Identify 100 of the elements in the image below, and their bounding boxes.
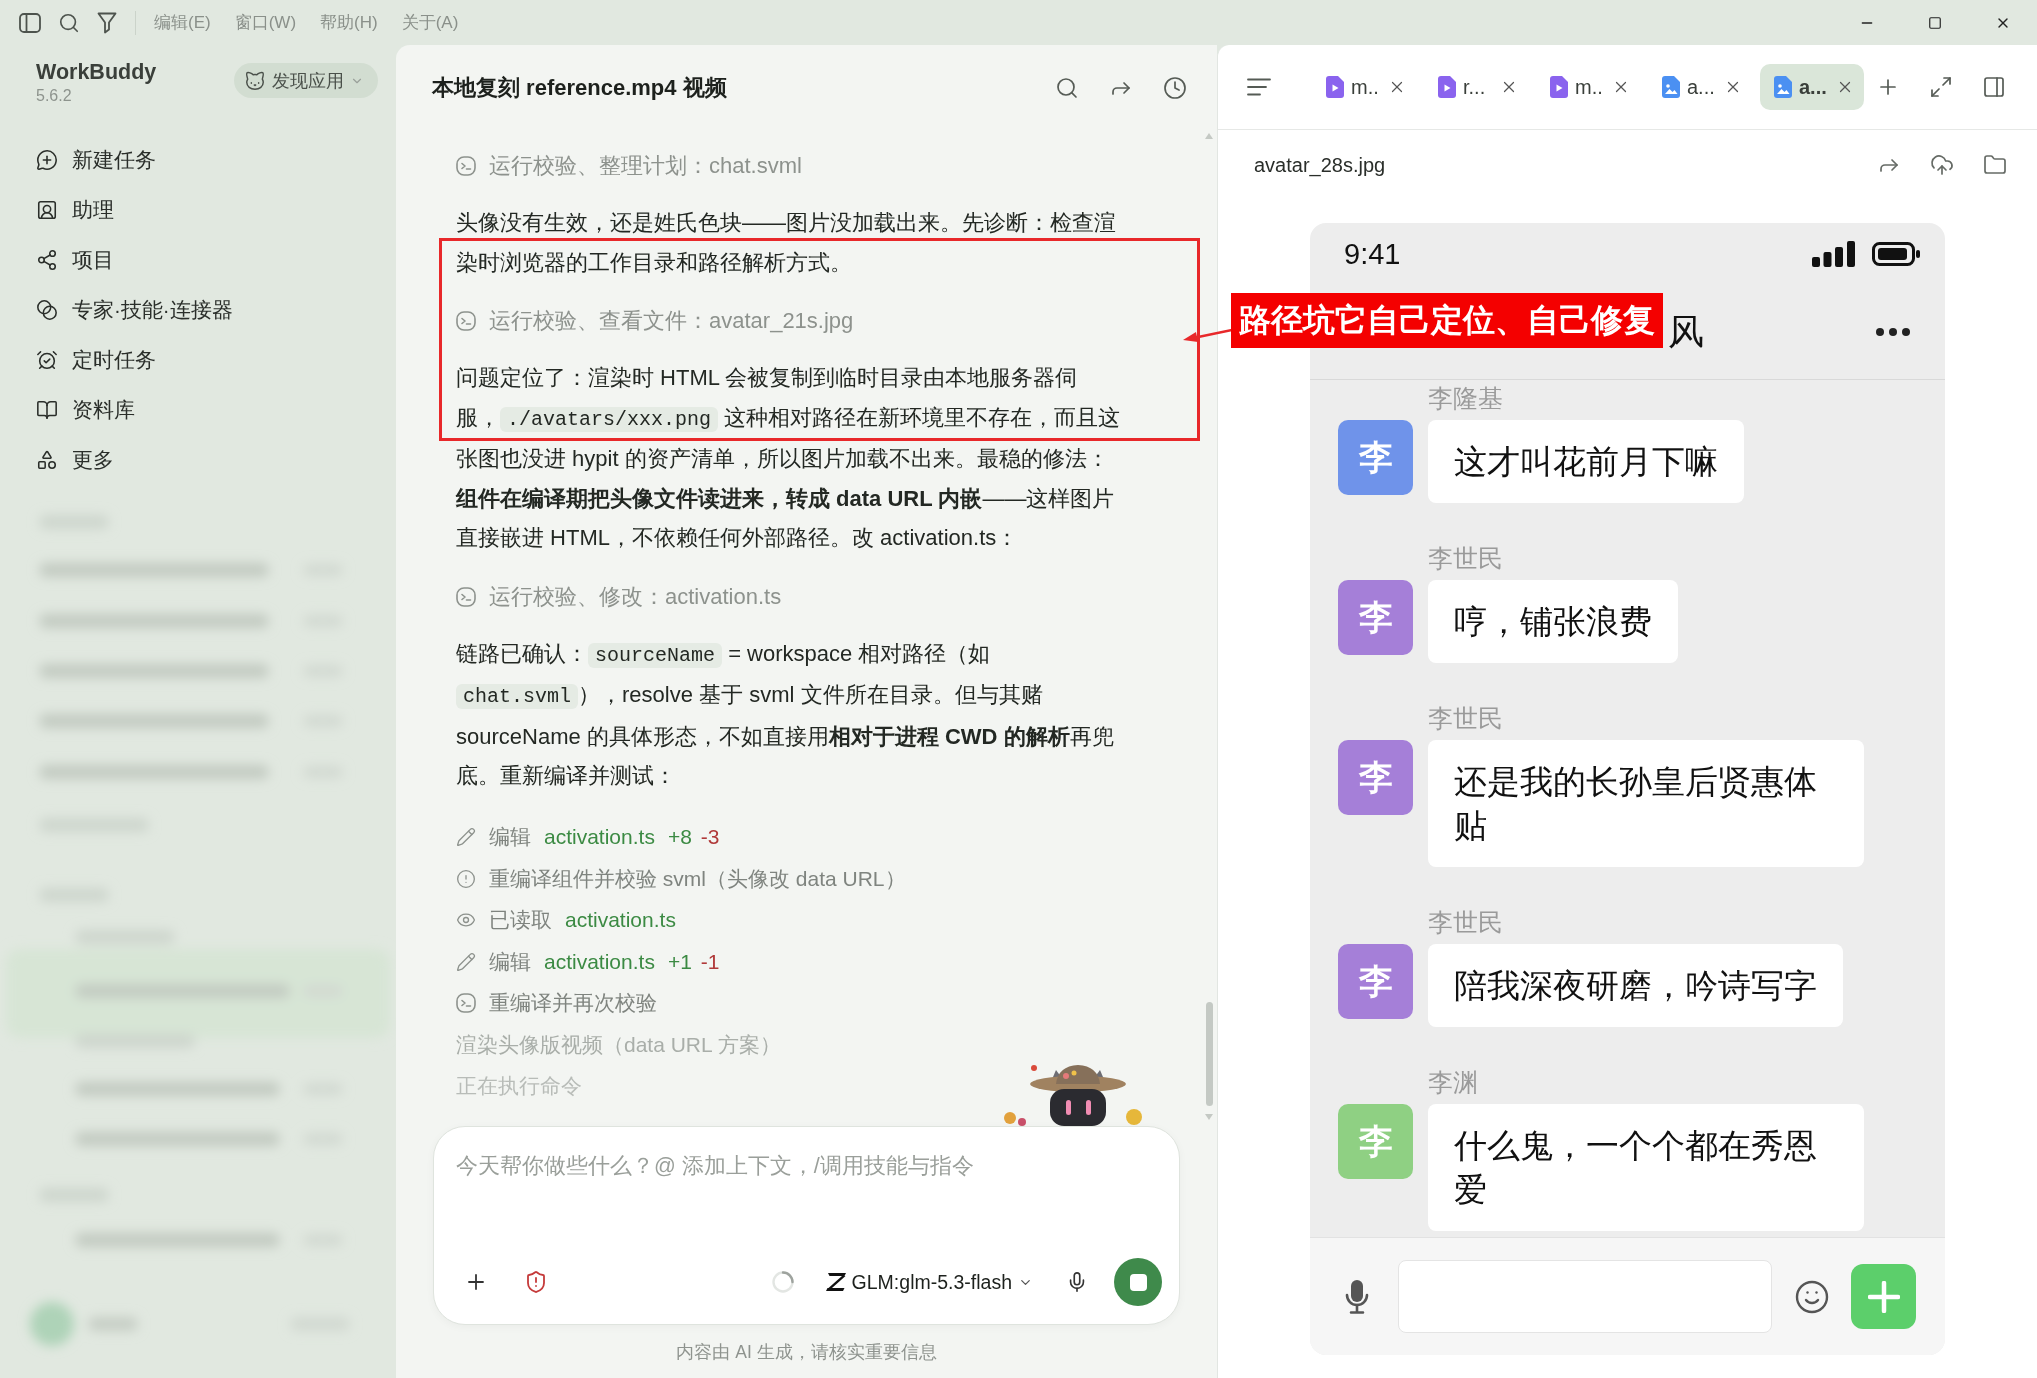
terminal-icon [456, 311, 476, 331]
disclaimer-text: 内容由 AI 生成，请核实重要信息 [676, 1340, 937, 1364]
message-bubble: 还是我的长孙皇后贤惠体贴 [1428, 740, 1864, 867]
plus-icon [1867, 1280, 1900, 1313]
reply-paragraph: 链路已确认： sourceName = workspace 相对路径（如 chat.svml ），resolve 基于 svml 文件所在目录。但与其赌 sourceName 的具体形态，不如直接用相对于进程 CWD 的解析再兜底。重新编译并测试： [456, 639, 1115, 790]
terminal-icon [456, 156, 476, 176]
status-time: 9:41 [1344, 237, 1401, 271]
avatar: 李 [1338, 740, 1413, 815]
logo-icon [825, 1273, 846, 1291]
model-selector[interactable]: GLM:glm-5.3-flash [825, 1270, 1033, 1294]
pending-step-text: 渲染头像版视频（data URL 方案） [456, 1031, 781, 1058]
sender-name: 李世民 [1428, 703, 1503, 733]
file-link[interactable]: activation.ts [544, 825, 655, 850]
nodes-icon [36, 249, 58, 271]
file-tab[interactable]: a... [1648, 64, 1752, 110]
cat-icon [244, 69, 266, 92]
version-text: 5.6.2 [36, 86, 73, 106]
chat-title: 本地复刻 reference.mp4 视频 [432, 73, 727, 102]
message-input[interactable]: 今天帮你做些什么？@ 添加上下文，/调用技能与指令 [434, 1127, 1179, 1255]
command-text: 运行校验、查看文件：avatar_21s.jpg [489, 307, 854, 335]
avatar: 李 [1338, 580, 1413, 655]
terminal-icon [456, 586, 476, 607]
added-count: +1 [667, 949, 692, 974]
message-bubble: 陪我深夜研磨，吟诗写字 [1428, 944, 1843, 1027]
expand-icon[interactable] [1929, 75, 1953, 99]
pencil-icon [456, 951, 476, 972]
file-name: avatar_28s.jpg [1254, 153, 1386, 177]
microphone-icon[interactable] [1345, 1279, 1369, 1314]
added-count: +8 [667, 825, 692, 850]
status-text: 正在执行命令 [456, 1073, 582, 1100]
battery-icon [1872, 242, 1920, 266]
filter-icon[interactable] [97, 11, 117, 34]
nav-item[interactable]: 新建任务 [0, 135, 396, 185]
step-text: 重编译组件并校验 svml（头像改 data URL） [489, 865, 906, 892]
file-tab[interactable]: a... [1760, 64, 1864, 110]
image-file-icon [1662, 76, 1680, 98]
sender-name: 李世民 [1428, 907, 1503, 937]
search-icon[interactable] [58, 11, 80, 34]
scrollbar-thumb[interactable] [1205, 1002, 1213, 1106]
menu-icon[interactable] [1247, 78, 1271, 96]
video-file-icon [1438, 76, 1456, 98]
panel-toggle-icon[interactable] [1982, 75, 2006, 99]
message-bubble: 哼，铺张浪费 [1428, 580, 1678, 663]
step-text: 重编译并再次校验 [489, 990, 657, 1017]
terminal-icon [456, 993, 476, 1014]
video-file-icon [1326, 76, 1344, 98]
clock-icon[interactable] [1163, 75, 1187, 100]
circles-icon [36, 299, 58, 321]
removed-count: -3 [700, 825, 720, 850]
reply-paragraph: 头像没有生效，还是姓氏色块——图片没加载出来。先诊断：检查渲染时浏览器的工作目录和路径解析方式。 [456, 209, 1117, 277]
video-file-icon [1550, 76, 1568, 98]
file-link[interactable]: activation.ts [565, 908, 676, 933]
cloud-upload-icon[interactable] [1930, 153, 1954, 177]
composer-card[interactable]: 今天帮你做些什么？@ 添加上下文，/调用技能与指令 GLM:glm-5.3-flash [433, 1126, 1180, 1325]
discover-button[interactable]: 发现应用 [234, 63, 378, 98]
sender-name: 李隆基 [1428, 383, 1503, 413]
stop-button[interactable] [1114, 1258, 1162, 1306]
smiley-icon[interactable] [1794, 1278, 1830, 1315]
avatar: 李 [1338, 420, 1413, 495]
stop-icon [1129, 1273, 1147, 1291]
message-bubble: 这才叫花前月下嘛 [1428, 420, 1744, 503]
pointer-arrow [1183, 326, 1232, 343]
nav-item[interactable]: 专家·技能·连接器 [0, 285, 396, 335]
chat-title: 风 [1668, 309, 1704, 354]
nav-item[interactable]: 更多 [0, 435, 396, 485]
nav-item[interactable]: 定时任务 [0, 335, 396, 385]
file-link[interactable]: activation.ts [544, 949, 655, 974]
nav-item[interactable]: 资料库 [0, 385, 396, 435]
step-action: 已读取 [489, 907, 552, 934]
sender-name: 李渊 [1428, 1067, 1478, 1097]
nav-item[interactable]: 助理 [0, 185, 396, 235]
avatar: 李 [1338, 1104, 1413, 1179]
book-icon [36, 399, 58, 421]
search-icon[interactable] [1055, 75, 1079, 100]
more-icon[interactable] [1876, 328, 1910, 336]
file-tab[interactable]: r... [1424, 64, 1528, 110]
signal-icon [1812, 241, 1855, 267]
removed-count: -1 [700, 949, 720, 974]
nav-item[interactable]: 项目 [0, 235, 396, 285]
pencil-icon [456, 827, 476, 848]
annotation-label: 路径坑它自己定位、自己修复 [1231, 293, 1663, 348]
user-square-icon [36, 199, 58, 221]
chat-plus-icon [36, 149, 58, 171]
app-name: WorkBuddy [36, 59, 157, 85]
folder-icon[interactable] [1983, 153, 2007, 177]
input-field[interactable] [1398, 1260, 1772, 1333]
alert-circle-icon [456, 868, 476, 889]
message-bubble: 什么鬼，一个个都在秀恩爱 [1428, 1104, 1864, 1231]
shapes-icon [36, 449, 58, 471]
sender-name: 李世民 [1428, 543, 1503, 573]
file-tab[interactable]: m.. [1536, 64, 1640, 110]
maximize-icon[interactable] [1928, 15, 1942, 30]
reply-paragraph: 问题定位了：渲染时 HTML 会被复制到临时目录由本地服务器伺服， ./avatars/xxx.png 这种相对路径在新环境里不存在，而且这张图也没进 hypit 的资产清单，所以图片加载不出来。最稳的修法：组件在编译期把头像文件读进来，转成 data URL 内嵌——这样图片直接嵌进 HTML，不依赖任何外部路径。改 activation.ts： [456, 364, 1122, 552]
file-tab[interactable]: m.. [1312, 64, 1416, 110]
alarm-clock-icon [36, 349, 58, 371]
command-text: 运行校验、修改：activation.ts [489, 582, 782, 611]
sidebar-toggle-icon[interactable] [19, 12, 41, 33]
shield-alert-icon[interactable] [524, 1270, 548, 1294]
command-text: 运行校验、整理计划：chat.svml [489, 152, 802, 180]
step-action: 编辑 [489, 948, 531, 975]
